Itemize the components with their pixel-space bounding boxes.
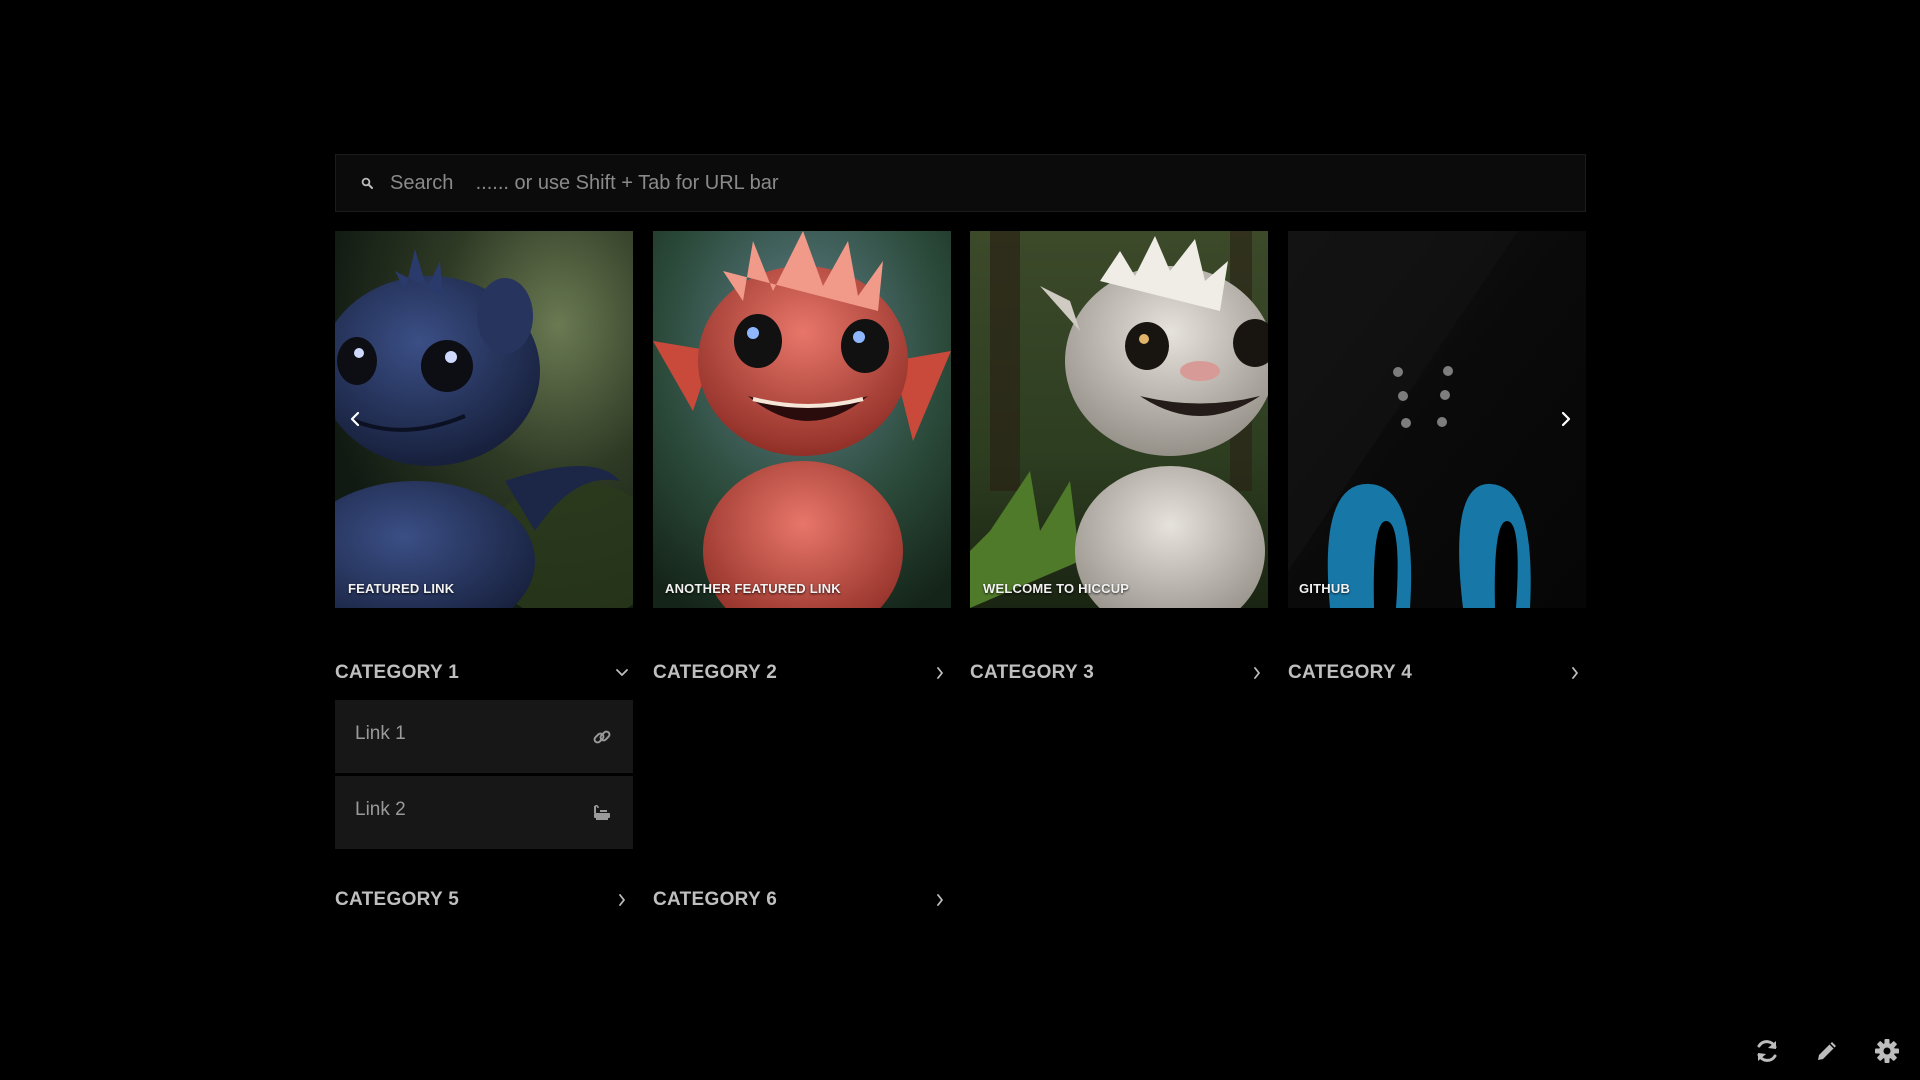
category-1-header[interactable]: CATEGORY 1 <box>335 658 633 688</box>
refresh-button[interactable] <box>1752 1036 1782 1066</box>
search-input[interactable] <box>388 155 1585 211</box>
featured-carousel: FEATURED LINK ANOTHER FEATURED LINK WELC… <box>335 231 1586 608</box>
edit-button[interactable] <box>1812 1036 1842 1066</box>
chevron-right-icon <box>933 666 947 680</box>
settings-button[interactable] <box>1872 1036 1902 1066</box>
category-1: CATEGORY 1 Link 1 Link 2 <box>335 658 633 852</box>
chevron-left-icon <box>350 411 360 427</box>
featured-card[interactable]: WELCOME TO HICCUP <box>970 231 1268 608</box>
category-title: CATEGORY 3 <box>970 662 1095 683</box>
featured-card-label: WELCOME TO HICCUP <box>983 581 1130 596</box>
link-item-1[interactable]: Link 1 <box>335 700 633 773</box>
search-icon <box>360 176 374 190</box>
chevron-right-icon <box>1250 666 1264 680</box>
carousel-prev-button[interactable] <box>343 407 367 431</box>
pencil-icon <box>1818 1042 1836 1060</box>
featured-card-label: ANOTHER FEATURED LINK <box>665 581 841 596</box>
category-2: CATEGORY 2 <box>653 658 951 688</box>
category-title: CATEGORY 2 <box>653 662 778 683</box>
category-6: CATEGORY 6 <box>653 885 951 915</box>
red-baby-dragon-image <box>653 231 951 608</box>
chevron-right-icon <box>1568 666 1582 680</box>
bottom-toolbar <box>1752 1036 1902 1066</box>
white-baby-dragon-image <box>970 231 1268 608</box>
carousel-next-button[interactable] <box>1554 407 1578 431</box>
chevron-down-icon <box>615 666 629 680</box>
category-title: CATEGORY 6 <box>653 889 778 910</box>
link-label: Link 1 <box>355 722 406 744</box>
category-3: CATEGORY 3 <box>970 658 1268 688</box>
gear-icon <box>1875 1039 1899 1063</box>
refresh-icon <box>1757 1040 1777 1062</box>
dark-creature-eyes-image <box>1288 231 1586 608</box>
search-bar[interactable] <box>335 154 1586 212</box>
bathtub-icon <box>591 802 613 824</box>
featured-card-label: GITHUB <box>1299 581 1351 596</box>
blue-baby-dragon-image <box>335 231 633 608</box>
featured-card[interactable]: ANOTHER FEATURED LINK <box>653 231 951 608</box>
link-label: Link 2 <box>355 798 406 820</box>
category-6-header[interactable]: CATEGORY 6 <box>653 885 951 915</box>
category-title: CATEGORY 1 <box>335 662 460 683</box>
category-4: CATEGORY 4 <box>1288 658 1586 688</box>
featured-card-label: FEATURED LINK <box>348 581 455 596</box>
chevron-right-icon <box>615 893 629 907</box>
category-3-header[interactable]: CATEGORY 3 <box>970 658 1268 688</box>
link-icon <box>591 726 613 748</box>
category-4-header[interactable]: CATEGORY 4 <box>1288 658 1586 688</box>
featured-card[interactable]: GITHUB <box>1288 231 1586 608</box>
category-2-header[interactable]: CATEGORY 2 <box>653 658 951 688</box>
featured-card[interactable]: FEATURED LINK <box>335 231 633 608</box>
chevron-right-icon <box>1561 411 1571 427</box>
category-title: CATEGORY 5 <box>335 889 460 910</box>
chevron-right-icon <box>933 893 947 907</box>
category-title: CATEGORY 4 <box>1288 662 1413 683</box>
link-item-2[interactable]: Link 2 <box>335 776 633 849</box>
category-5: CATEGORY 5 <box>335 885 633 915</box>
category-5-header[interactable]: CATEGORY 5 <box>335 885 633 915</box>
